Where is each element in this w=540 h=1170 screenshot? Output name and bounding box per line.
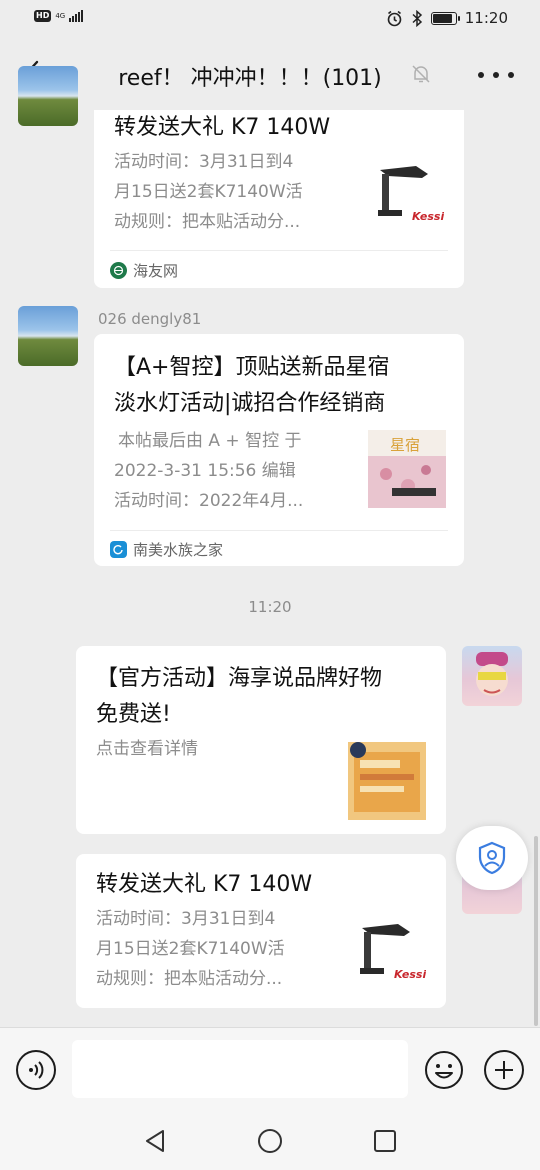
scrollbar[interactable] xyxy=(534,836,538,1026)
card-desc-line: 活动时间：3月31日到4 xyxy=(96,909,276,929)
link-card-message[interactable]: 转发送大礼 K7 140W 活动时间：3月31日到4 月15日送2套K7140W… xyxy=(94,110,468,288)
status-right: 11:20 xyxy=(386,9,508,27)
message-input[interactable] xyxy=(72,1040,408,1098)
source-globe-icon xyxy=(110,262,127,279)
network-type: 4G xyxy=(55,11,66,20)
time-divider: 11:20 xyxy=(248,598,292,616)
status-left: HD 4G xyxy=(34,10,84,22)
card-title: 转发送大礼 K7 140W xyxy=(96,872,313,897)
more-dot xyxy=(508,72,514,78)
sender-avatar[interactable] xyxy=(18,66,78,126)
chat-header: reef！ 冲冲冲！！！(101) xyxy=(0,38,540,110)
sender-avatar[interactable] xyxy=(18,306,78,366)
hd-badge: HD xyxy=(34,10,52,22)
card-desc-line: 月15日送2套K7140W活 xyxy=(96,939,285,959)
card-desc-line: 活动时间：2022年4月... xyxy=(114,491,304,511)
nav-back-triangle-icon xyxy=(146,1130,164,1152)
thumb-logo-text: Kessil KP xyxy=(412,210,444,223)
status-time: 11:20 xyxy=(464,9,508,27)
battery-fill xyxy=(432,13,452,23)
card-desc-line: 活动时间：3月31日到4 xyxy=(114,152,294,172)
source-name: 海友网 xyxy=(133,262,179,280)
floating-security-button[interactable] xyxy=(456,826,528,890)
card-source: 海友网 xyxy=(110,260,178,281)
my-avatar[interactable] xyxy=(462,646,522,706)
card-desc-line: 动规则：把本贴活动分... xyxy=(96,969,283,989)
card-title-line: 【官方活动】海享说品牌好物 xyxy=(96,666,383,691)
voice-button[interactable] xyxy=(16,1050,56,1090)
sender-name: 026 dengly81 xyxy=(98,310,202,328)
voice-icon xyxy=(29,1061,44,1079)
shield-user-icon xyxy=(478,841,506,875)
link-card-message[interactable]: 转发送大礼 K7 140W 活动时间：3月31日到4 月15日送2套K7140W… xyxy=(76,854,450,1008)
plus-icon xyxy=(495,1061,513,1079)
link-card-message[interactable]: 【A+智控】顶贴送新品星宿 淡水灯活动|诚招合作经销商 本帖最后由 A + 智控… xyxy=(94,334,464,566)
system-navigation-bar xyxy=(0,1111,540,1170)
system-back-button[interactable] xyxy=(141,1127,169,1155)
chat-title: reef！ 冲冲冲！！！(101) xyxy=(118,66,382,91)
mute-bell-icon xyxy=(410,63,432,89)
input-bar xyxy=(0,1027,540,1111)
card-title-line: 【A+智控】顶贴送新品星宿 xyxy=(114,355,390,380)
emoji-button[interactable] xyxy=(424,1050,464,1090)
card-title: 转发送大礼 K7 140W xyxy=(114,115,331,140)
card-title-line: 淡水灯活动|诚招合作经销商 xyxy=(114,391,386,416)
card-thumbnail: Kessil KP xyxy=(348,914,450,992)
nav-recents-square-icon xyxy=(374,1130,396,1152)
card-thumbnail: Kessil KP xyxy=(366,156,468,234)
card-desc-line: 点击查看详情 xyxy=(96,739,198,759)
thumb-logo-text: 星宿 xyxy=(390,436,420,454)
link-card-message[interactable]: 【官方活动】海享说品牌好物 免费送! 点击查看详情 xyxy=(76,646,446,834)
source-name: 南美水族之家 xyxy=(133,541,224,559)
thumb-logo-text: Kessil KP xyxy=(394,968,426,981)
card-desc-line: 本帖最后由 A + 智控 于 xyxy=(118,431,302,451)
card-source: 南美水族之家 xyxy=(110,539,223,560)
nav-home-circle-icon xyxy=(258,1129,282,1153)
card-thumbnail xyxy=(348,742,426,820)
card-divider xyxy=(110,530,448,531)
card-desc-line: 2022-3-31 15:56 编辑 xyxy=(114,461,296,481)
battery-icon xyxy=(430,11,460,25)
source-logo-icon xyxy=(110,541,127,558)
network-label: 4G xyxy=(55,11,66,20)
status-bar: HD 4G 11:20 xyxy=(0,0,540,38)
bluetooth-icon xyxy=(412,9,422,27)
alarm-icon xyxy=(387,10,402,26)
card-desc-line: 动规则：把本贴活动分... xyxy=(114,212,301,232)
more-dot xyxy=(493,72,499,78)
more-dot xyxy=(478,72,484,78)
card-title-line: 免费送! xyxy=(96,702,171,727)
emoji-icon xyxy=(425,1051,463,1089)
card-thumbnail: 星宿 xyxy=(368,430,446,508)
system-recents-button[interactable] xyxy=(371,1127,399,1155)
card-desc-line: 月15日送2套K7140W活 xyxy=(114,182,303,202)
system-home-button[interactable] xyxy=(256,1127,284,1155)
signal-icon xyxy=(69,10,84,22)
card-divider xyxy=(110,250,448,251)
plus-button[interactable] xyxy=(484,1050,524,1090)
more-button[interactable] xyxy=(478,62,514,88)
